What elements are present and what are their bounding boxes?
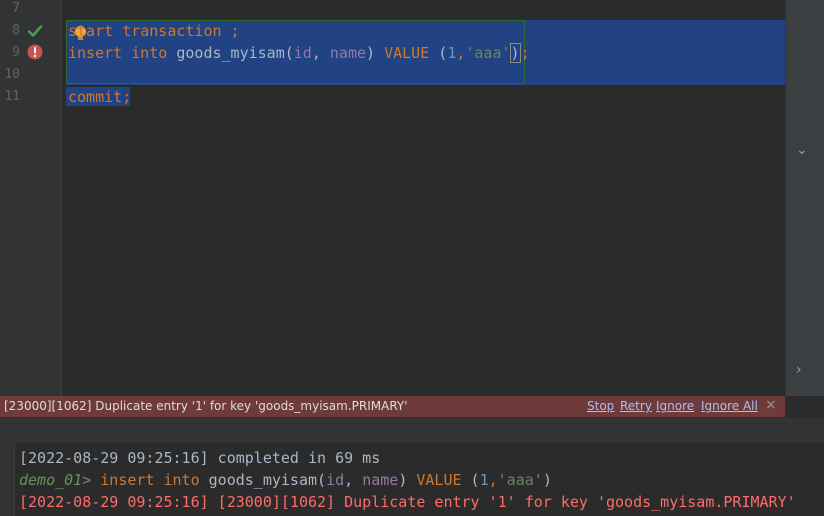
error-icon[interactable] bbox=[27, 44, 43, 60]
console-line: demo_01> insert into goods_myisam(id, na… bbox=[19, 471, 552, 489]
line-number: 8 bbox=[12, 23, 20, 38]
number-literal: 1 bbox=[447, 44, 457, 62]
vertical-scrollbar[interactable]: ⌄ › bbox=[785, 0, 824, 396]
ignore-link[interactable]: Ignore bbox=[656, 399, 694, 413]
chevron-down-icon[interactable]: ⌄ bbox=[796, 142, 808, 158]
code-line-9[interactable]: insert into goods_myisam(id, name) VALUE… bbox=[68, 42, 530, 64]
string-literal: 'aaa' bbox=[497, 471, 543, 489]
line-number: 11 bbox=[4, 89, 20, 104]
stop-link[interactable]: Stop bbox=[587, 399, 614, 413]
column-name: name bbox=[329, 44, 367, 62]
line-number: 9 bbox=[12, 45, 20, 60]
console-prompt: demo_01> bbox=[19, 471, 92, 489]
keyword: start bbox=[68, 22, 114, 40]
keyword: VALUE bbox=[384, 44, 430, 62]
console-output[interactable]: [2022-08-29 09:25:16] completed in 69 ms… bbox=[0, 443, 824, 516]
column-name: name bbox=[362, 471, 399, 489]
console-error-line: [2022-08-29 09:25:16] [23000][1062] Dupl… bbox=[19, 493, 796, 511]
line-number: 10 bbox=[4, 67, 20, 82]
error-notification-bar: [23000][1062] Duplicate entry '1' for ke… bbox=[0, 396, 785, 417]
chevron-right-icon[interactable]: › bbox=[796, 362, 802, 378]
paren: ( bbox=[429, 44, 448, 62]
column-name: id bbox=[293, 44, 312, 62]
matched-paren: ) bbox=[509, 43, 521, 63]
keyword: into bbox=[131, 44, 168, 62]
panel-divider[interactable] bbox=[0, 417, 824, 444]
punctuation: ; bbox=[221, 22, 240, 40]
code-line-11[interactable]: commit; bbox=[68, 86, 131, 108]
keyword: insert bbox=[68, 44, 123, 62]
punctuation: ; bbox=[520, 44, 530, 62]
ignore-all-link[interactable]: Ignore All bbox=[701, 399, 758, 413]
close-icon[interactable]: × bbox=[765, 397, 777, 413]
table-name: goods_myisam bbox=[208, 471, 318, 489]
keyword: VALUE bbox=[416, 471, 462, 489]
punctuation: , bbox=[311, 44, 330, 62]
console-gutter bbox=[0, 443, 15, 516]
line-number: 7 bbox=[12, 1, 20, 16]
paren: ) bbox=[366, 44, 385, 62]
error-message: [23000][1062] Duplicate entry '1' for ke… bbox=[4, 399, 408, 413]
punctuation: ; bbox=[122, 88, 132, 106]
keyword: into bbox=[163, 471, 200, 489]
string-literal: 'aaa' bbox=[465, 44, 511, 62]
retry-link[interactable]: Retry bbox=[620, 399, 652, 413]
table-name: goods_myisam bbox=[176, 44, 285, 62]
column-name: id bbox=[326, 471, 345, 489]
checkmark-icon[interactable] bbox=[27, 23, 43, 39]
paren: ( bbox=[284, 44, 294, 62]
keyword: insert bbox=[100, 471, 155, 489]
keyword: commit bbox=[68, 88, 123, 106]
console-line: [2022-08-29 09:25:16] completed in 69 ms bbox=[19, 449, 381, 467]
keyword: transaction bbox=[122, 22, 222, 40]
code-line-8[interactable]: start transaction ; bbox=[68, 20, 240, 42]
number-literal: 1 bbox=[479, 471, 489, 489]
sql-editor[interactable]: 7 8 9 10 11 start transaction ; insert i… bbox=[0, 0, 785, 396]
editor-gutter: 7 8 9 10 11 bbox=[0, 0, 62, 396]
